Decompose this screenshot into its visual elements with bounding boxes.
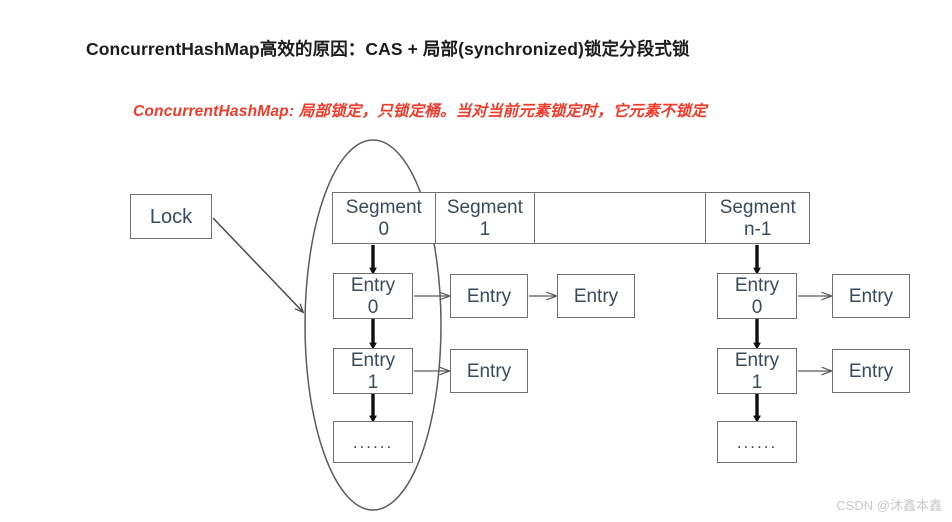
- right-entry1-box: Entry 1: [717, 348, 797, 394]
- segment-cell-n-1-line1: Segment: [719, 196, 796, 218]
- page-subtitle: ConcurrentHashMap: 局部锁定，只锁定桶。当对当前元素锁定时，它…: [133, 103, 707, 120]
- right-entry0-box: Entry 0: [717, 273, 797, 319]
- segment-cell-1-line2: 1: [479, 218, 491, 240]
- left-entry0-line2: 0: [367, 296, 379, 318]
- right-entry1-line2: 1: [751, 371, 763, 393]
- left-row0-chain-entry-2: Entry: [557, 274, 635, 318]
- left-ellipsis-label: ......: [352, 432, 394, 452]
- left-ellipsis-box: ......: [333, 421, 413, 463]
- left-row0-chain-entry-1-label: Entry: [466, 285, 512, 307]
- segment-table: Segment 0 Segment 1 Segment n-1: [332, 192, 810, 244]
- segment-cell-1-line1: Segment: [446, 196, 523, 218]
- right-row1-chain-entry-1: Entry: [832, 349, 910, 393]
- right-row0-chain-entry-1-label: Entry: [848, 285, 894, 307]
- left-row0-chain-entry-2-label: Entry: [573, 285, 619, 307]
- segment-cell-n-1: Segment n-1: [706, 193, 809, 243]
- left-entry1-line1: Entry: [350, 349, 396, 371]
- segment-cell-0-line1: Segment: [345, 196, 422, 218]
- left-row1-chain-entry-1: Entry: [450, 349, 528, 393]
- right-entry0-line1: Entry: [734, 274, 780, 296]
- left-entry1-line2: 1: [367, 371, 379, 393]
- segment-cell-empty: [535, 193, 707, 243]
- right-row0-chain-entry-1: Entry: [832, 274, 910, 318]
- right-row1-chain-entry-1-label: Entry: [848, 360, 894, 382]
- segment-cell-n-1-line2: n-1: [743, 218, 772, 240]
- segment-cell-1: Segment 1: [436, 193, 536, 243]
- right-entry0-line2: 0: [751, 296, 763, 318]
- right-entry1-line1: Entry: [734, 349, 780, 371]
- connector-overlay: [212, 139, 952, 511]
- left-entry1-box: Entry 1: [333, 348, 413, 394]
- left-row0-chain-entry-1: Entry: [450, 274, 528, 318]
- lock-to-segment-arrow: [212, 217, 303, 312]
- left-entry0-box: Entry 0: [333, 273, 413, 319]
- lock-box: Lock: [130, 194, 212, 239]
- lock-label: Lock: [149, 205, 193, 228]
- left-entry0-line1: Entry: [350, 274, 396, 296]
- segment-cell-0: Segment 0: [333, 193, 436, 243]
- segment-cell-0-line2: 0: [378, 218, 390, 240]
- left-row1-chain-entry-1-label: Entry: [466, 360, 512, 382]
- diagram-canvas: ConcurrentHashMap高效的原因：CAS + 局部(synchron…: [0, 0, 952, 522]
- csdn-watermark: CSDN @沐鑫本鑫: [836, 498, 942, 513]
- right-ellipsis-box: ......: [717, 421, 797, 463]
- page-title: ConcurrentHashMap高效的原因：CAS + 局部(synchron…: [86, 39, 690, 59]
- right-ellipsis-label: ......: [736, 432, 778, 452]
